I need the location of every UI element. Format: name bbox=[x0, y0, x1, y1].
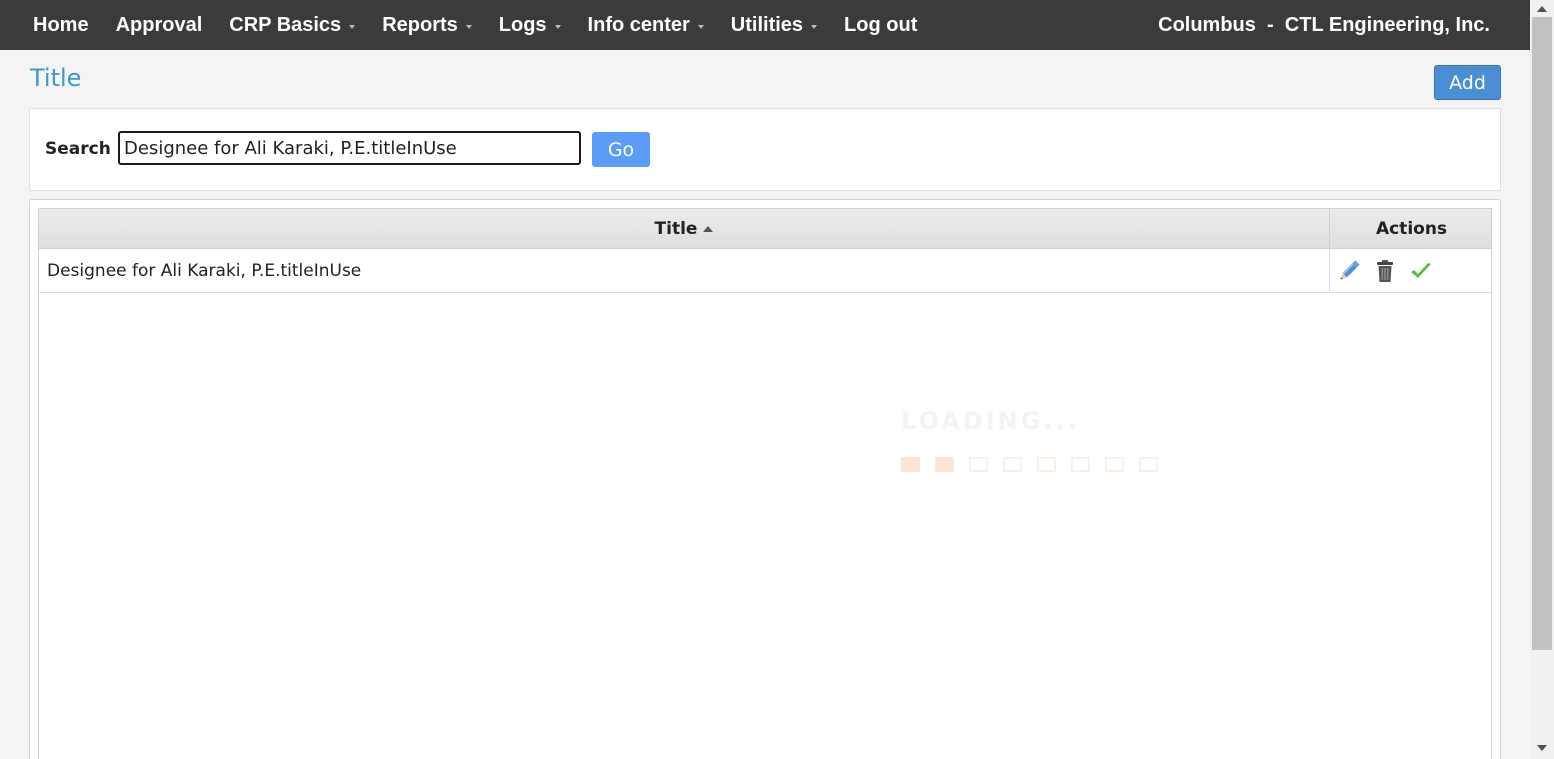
nav-info-center[interactable]: Info center bbox=[588, 14, 704, 37]
loading-block bbox=[935, 457, 954, 472]
search-label: Search bbox=[45, 139, 111, 159]
results-grid: Title Actions Designee for Ali Karaki, P… bbox=[38, 208, 1492, 759]
loading-block bbox=[1037, 457, 1056, 472]
nav-crp-basics[interactable]: CRP Basics bbox=[229, 13, 356, 37]
caret-down-icon bbox=[349, 24, 356, 29]
nav-logout[interactable]: Log out bbox=[844, 14, 917, 37]
loading-block bbox=[969, 457, 988, 472]
loading-block bbox=[1003, 457, 1022, 472]
search-panel: Search Designee for Ali Karaki, P.E.titl… bbox=[29, 108, 1501, 191]
top-navbar: Home Approval CRP Basics Reports Logs In… bbox=[0, 0, 1530, 50]
column-header-title-label: Title bbox=[654, 219, 698, 239]
loading-indicator: LOADING... bbox=[901, 407, 1181, 487]
nav-utilities-label: Utilities bbox=[730, 13, 804, 36]
edit-icon[interactable] bbox=[1336, 258, 1362, 284]
loading-block bbox=[1071, 457, 1090, 472]
scroll-down-icon[interactable] bbox=[1537, 745, 1547, 751]
loading-progress-blocks bbox=[901, 457, 1181, 472]
go-button[interactable]: Go bbox=[592, 132, 650, 167]
nav-home[interactable]: Home bbox=[33, 14, 89, 37]
caret-down-icon bbox=[811, 24, 818, 29]
add-button[interactable]: Add bbox=[1434, 65, 1501, 100]
column-header-actions: Actions bbox=[1375, 219, 1448, 239]
scrollbar-thumb[interactable] bbox=[1532, 17, 1552, 650]
sort-ascending-icon bbox=[703, 226, 714, 232]
nav-reports-label: Reports bbox=[382, 13, 458, 36]
column-header-title[interactable]: Title bbox=[39, 209, 1330, 249]
nav-logout-label: Log out bbox=[844, 13, 918, 36]
nav-utilities[interactable]: Utilities bbox=[730, 13, 818, 37]
caret-down-icon bbox=[697, 24, 704, 29]
check-icon[interactable] bbox=[1408, 258, 1434, 284]
company-name: Columbus - CTL Engineering, Inc. bbox=[1158, 13, 1490, 36]
caret-down-icon bbox=[554, 24, 561, 29]
table-row[interactable]: Designee for Ali Karaki, P.E.titleInUse bbox=[39, 249, 1491, 293]
loading-block bbox=[1105, 457, 1124, 472]
nav-home-label: Home bbox=[33, 13, 89, 36]
nav-reports[interactable]: Reports bbox=[382, 14, 472, 37]
loading-text: LOADING... bbox=[901, 407, 1080, 435]
row-title-cell: Designee for Ali Karaki, P.E.titleInUse bbox=[39, 249, 1330, 293]
search-input[interactable]: Designee for Ali Karaki, P.E.titleInUse bbox=[118, 131, 581, 165]
nav-info-center-label: Info center bbox=[587, 13, 690, 36]
nav-logs[interactable]: Logs bbox=[499, 14, 561, 37]
row-actions-cell bbox=[1330, 249, 1493, 293]
caret-down-icon bbox=[465, 24, 472, 29]
nav-crp-basics-label: CRP Basics bbox=[229, 13, 342, 36]
loading-block bbox=[901, 457, 920, 472]
results-panel: Title Actions Designee for Ali Karaki, P… bbox=[29, 199, 1501, 759]
scroll-up-icon[interactable] bbox=[1537, 6, 1547, 12]
loading-block bbox=[1139, 457, 1158, 472]
nav-approval[interactable]: Approval bbox=[116, 14, 203, 37]
page-title: Title bbox=[30, 64, 82, 92]
nav-approval-label: Approval bbox=[115, 13, 203, 36]
grid-header: Title Actions bbox=[39, 209, 1491, 249]
nav-logs-label: Logs bbox=[498, 13, 547, 36]
vertical-scrollbar[interactable] bbox=[1530, 0, 1554, 759]
delete-icon[interactable] bbox=[1372, 258, 1398, 284]
